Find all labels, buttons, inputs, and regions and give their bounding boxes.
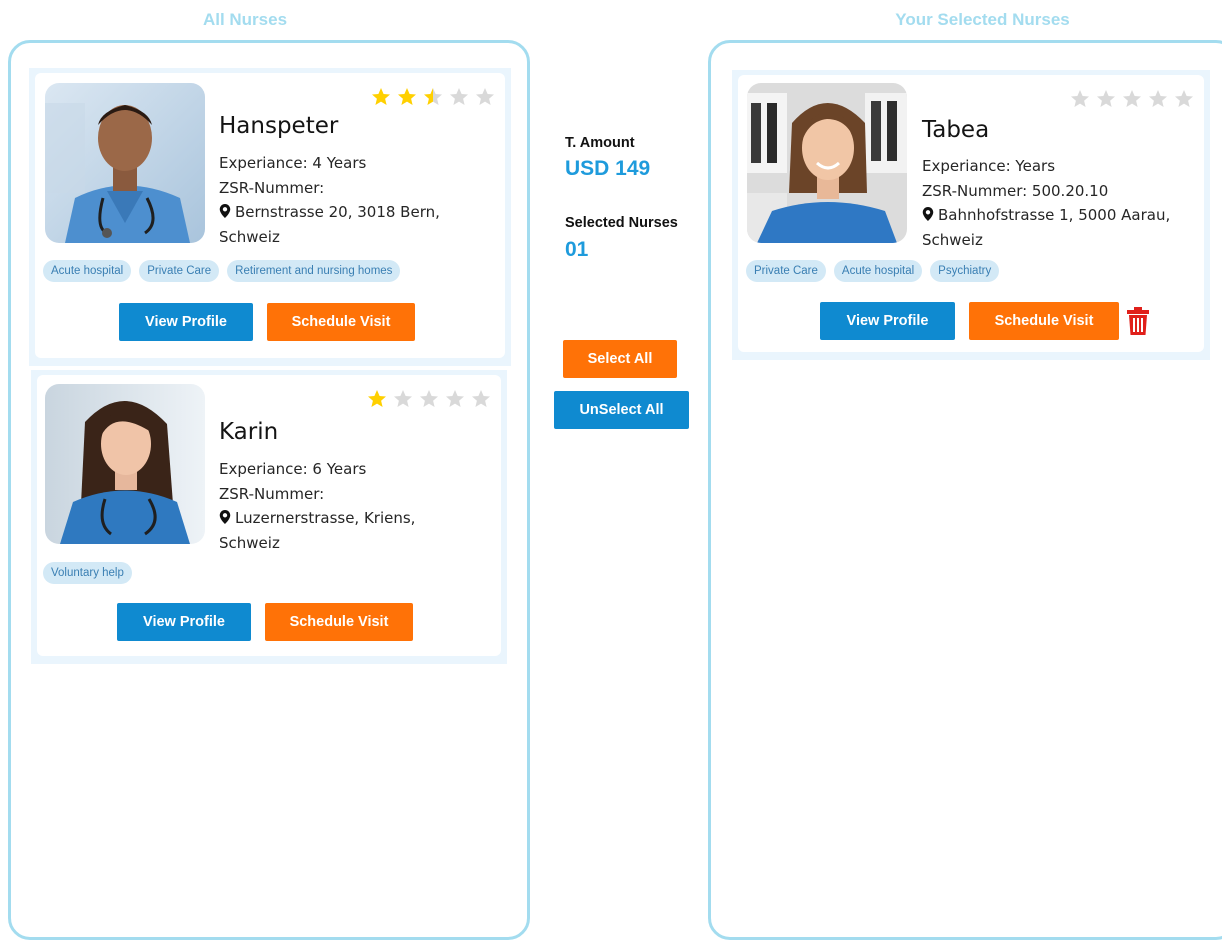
- nurse-tags: Acute hospital Private Care Retirement a…: [43, 260, 401, 282]
- star-icon: [368, 390, 386, 407]
- nurse-info: Experiance: 4 Years ZSR-Nummer: Bernstra…: [219, 151, 440, 249]
- star-icon: [394, 390, 412, 407]
- unselect-all-button[interactable]: UnSelect All: [554, 391, 689, 429]
- nurse-experience: Experiance: 4 Years: [219, 154, 367, 172]
- star-icon: [446, 390, 464, 407]
- selected-nurses-count: 01: [565, 238, 589, 261]
- total-amount-value: USD 149: [565, 157, 651, 180]
- location-pin-icon: [219, 510, 231, 524]
- nurse-zsr: ZSR-Nummer: 500.20.10: [922, 181, 1109, 200]
- star-icon: [398, 88, 416, 105]
- star-icon: [1071, 90, 1089, 107]
- star-icon: [472, 390, 490, 407]
- nurse-card-inner: Hanspeter Experiance: 4 Years ZSR-Nummer…: [35, 73, 505, 358]
- nurse-experience: Experiance: 6 Years: [219, 460, 367, 478]
- star-icon: [476, 88, 494, 105]
- nurse-name: Tabea: [922, 117, 990, 143]
- nurse-address-line2: Schweiz: [922, 230, 983, 249]
- specialty-tag: Acute hospital: [833, 260, 923, 282]
- nurse-name: Hanspeter: [219, 113, 339, 139]
- nurse-card-inner: Karin Experiance: 6 Years ZSR-Nummer: Lu…: [37, 375, 501, 656]
- view-profile-button[interactable]: View Profile: [820, 302, 955, 340]
- trash-icon[interactable]: [1127, 307, 1149, 335]
- star-icon: [1175, 90, 1193, 107]
- specialty-tag: Voluntary help: [43, 562, 132, 584]
- nurse-zsr: ZSR-Nummer:: [219, 178, 325, 197]
- select-all-button[interactable]: Select All: [563, 340, 677, 378]
- schedule-visit-button[interactable]: Schedule Visit: [969, 302, 1119, 340]
- selected-nurses-title: Your Selected Nurses: [895, 10, 1070, 29]
- all-nurses-title: All Nurses: [202, 10, 288, 29]
- nurse-address: Bernstrasse 20, 3018 Bern,: [219, 200, 440, 225]
- all-nurses-panel: Hanspeter Experiance: 4 Years ZSR-Nummer…: [8, 40, 530, 940]
- nurse-info: Experiance: Years ZSR-Nummer: 500.20.10 …: [922, 154, 1170, 252]
- nurse-photo: [747, 83, 907, 243]
- nurse-address-line2: Schweiz: [219, 533, 280, 552]
- nurse-card-karin: Karin Experiance: 6 Years ZSR-Nummer: Lu…: [31, 370, 507, 664]
- nurse-tags: Voluntary help: [43, 562, 132, 584]
- schedule-visit-button[interactable]: Schedule Visit: [267, 303, 415, 341]
- specialty-tag: Psychiatry: [930, 260, 1000, 282]
- selected-nurses-label: Selected Nurses: [565, 215, 678, 231]
- rating-stars: [1070, 89, 1194, 109]
- view-profile-button[interactable]: View Profile: [119, 303, 253, 341]
- specialty-tag: Retirement and nursing homes: [227, 260, 401, 282]
- total-amount-label: T. Amount: [565, 135, 635, 151]
- nurse-card-tabea: Tabea Experiance: Years ZSR-Nummer: 500.…: [732, 70, 1210, 360]
- specialty-tag: Private Care: [746, 260, 826, 282]
- nurse-tags: Private Care Acute hospital Psychiatry: [746, 260, 1000, 282]
- nurse-card-inner: Tabea Experiance: Years ZSR-Nummer: 500.…: [738, 75, 1204, 352]
- nurse-photo: [45, 83, 205, 243]
- star-icon: [450, 88, 468, 105]
- nurse-address-line1: Luzernerstrasse, Kriens,: [235, 509, 416, 527]
- specialty-tag: Private Care: [139, 260, 220, 282]
- nurse-address: Bahnhofstrasse 1, 5000 Aarau,: [922, 203, 1170, 228]
- nurse-address: Luzernerstrasse, Kriens,: [219, 506, 415, 531]
- nurse-info: Experiance: 6 Years ZSR-Nummer: Luzerner…: [219, 457, 415, 555]
- nurse-photo: [45, 384, 205, 544]
- location-pin-icon: [219, 204, 231, 218]
- nurse-address-line2: Schweiz: [219, 227, 280, 246]
- schedule-visit-button[interactable]: Schedule Visit: [265, 603, 413, 641]
- nurse-experience: Experiance: Years: [922, 157, 1056, 175]
- nurse-card-hanspeter: Hanspeter Experiance: 4 Years ZSR-Nummer…: [29, 68, 511, 366]
- nurse-zsr: ZSR-Nummer:: [219, 484, 325, 503]
- specialty-tag: Acute hospital: [43, 260, 132, 282]
- star-icon: [1149, 90, 1167, 107]
- nurse-name: Karin: [219, 419, 279, 445]
- rating-stars: [367, 389, 491, 409]
- star-icon: [372, 88, 390, 105]
- star-icon: [420, 390, 438, 407]
- star-icon: [1097, 90, 1115, 107]
- location-pin-icon: [922, 207, 934, 221]
- rating-stars: [371, 87, 495, 107]
- star-icon: [424, 88, 442, 105]
- view-profile-button[interactable]: View Profile: [117, 603, 251, 641]
- nurse-address-line1: Bahnhofstrasse 1, 5000 Aarau,: [938, 206, 1171, 224]
- nurse-address-line1: Bernstrasse 20, 3018 Bern,: [235, 203, 440, 221]
- star-icon: [1123, 90, 1141, 107]
- selected-nurses-panel: Tabea Experiance: Years ZSR-Nummer: 500.…: [708, 40, 1222, 940]
